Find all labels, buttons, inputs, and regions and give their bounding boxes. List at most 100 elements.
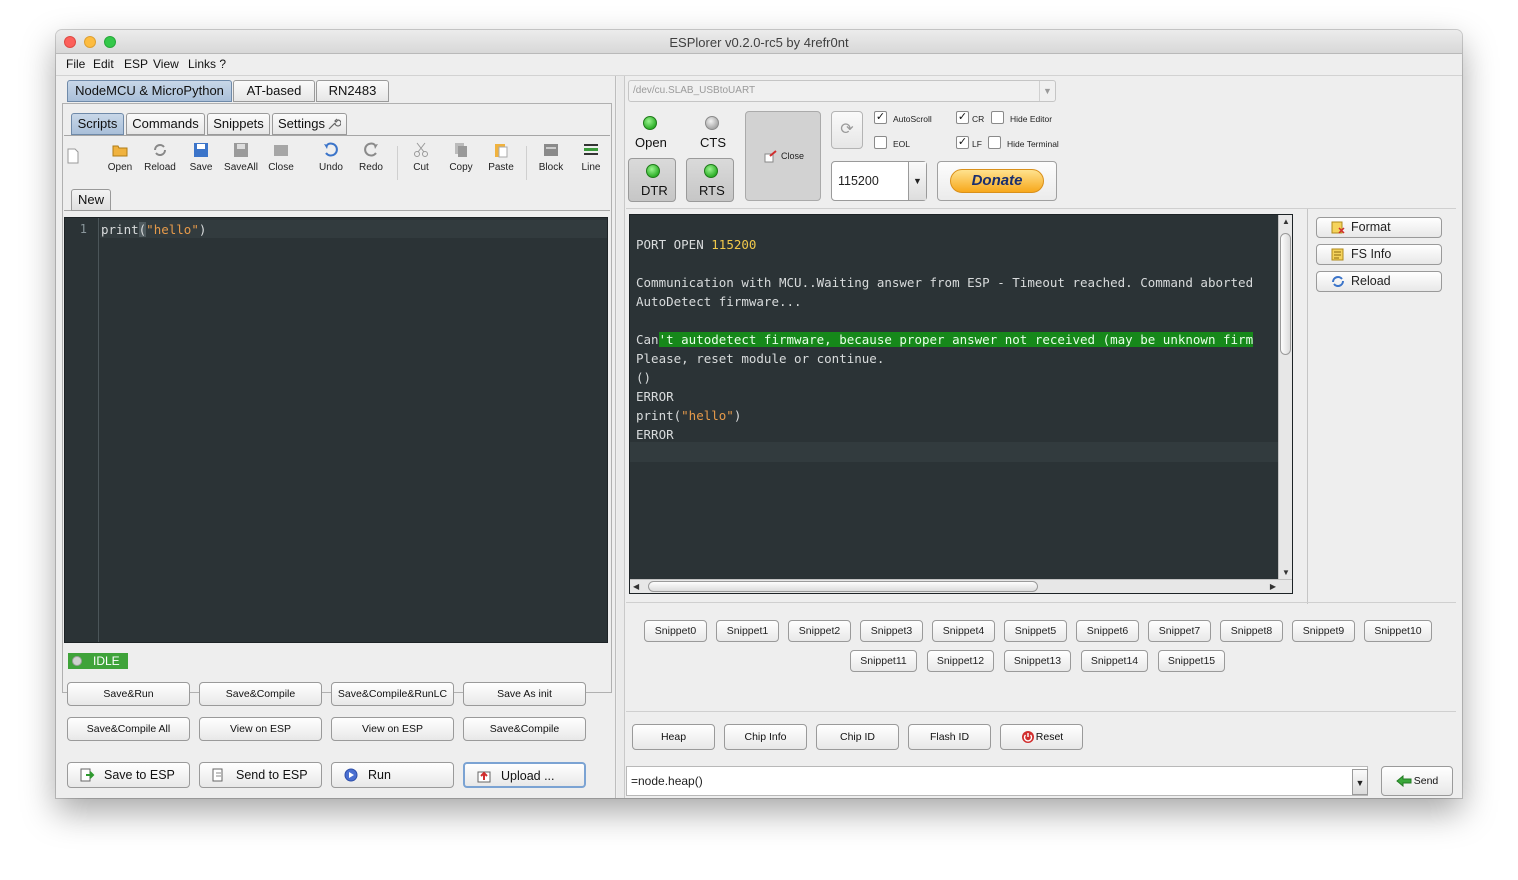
open-button[interactable]: Open: [102, 142, 138, 178]
save-run-button[interactable]: Save&Run: [67, 682, 190, 706]
lf-checkbox[interactable]: ✓: [956, 136, 969, 149]
tab-commands[interactable]: Commands: [126, 113, 205, 135]
send-to-esp-button[interactable]: Send to ESP: [199, 762, 322, 788]
dtr-toggle[interactable]: DTR: [628, 158, 676, 202]
new-file-button[interactable]: [63, 148, 83, 184]
send-button[interactable]: Send: [1381, 766, 1453, 796]
snippet-3-button[interactable]: Snippet3: [860, 620, 923, 642]
saveall-icon: [234, 143, 248, 157]
snippet-15-button[interactable]: Snippet15: [1158, 650, 1225, 672]
view-on-esp-button[interactable]: View on ESP: [199, 717, 322, 741]
eol-checkbox[interactable]: [874, 136, 887, 149]
redo-button[interactable]: Redo: [353, 142, 389, 178]
save-compile-all-button[interactable]: Save&Compile All: [67, 717, 190, 741]
save-to-esp-button[interactable]: Save to ESP: [67, 762, 190, 788]
snippet-0-button[interactable]: Snippet0: [644, 620, 707, 642]
hide-terminal-checkbox[interactable]: [988, 136, 1001, 149]
vertical-scroll-thumb[interactable]: [1280, 233, 1291, 355]
reset-button[interactable]: Reset: [1000, 724, 1083, 750]
close-file-button[interactable]: Close: [263, 142, 299, 178]
snippet-14-button[interactable]: Snippet14: [1081, 650, 1148, 672]
snippet-12-button[interactable]: Snippet12: [927, 650, 994, 672]
save-compile-button-2[interactable]: Save&Compile: [463, 717, 586, 741]
menu-edit[interactable]: Edit: [93, 57, 114, 71]
snippet-11-button[interactable]: Snippet11: [850, 650, 917, 672]
undo-button[interactable]: Undo: [313, 142, 349, 178]
line-button[interactable]: Line: [573, 142, 609, 178]
tab-nodemcu-micropython[interactable]: NodeMCU & MicroPython: [67, 80, 232, 102]
scroll-right-icon[interactable]: ▶: [1270, 582, 1276, 591]
refresh-ports-button[interactable]: ⟳: [831, 111, 863, 149]
snippet-10-button[interactable]: Snippet10: [1364, 620, 1432, 642]
tab-scripts[interactable]: Scripts: [71, 113, 124, 135]
reload-fs-button[interactable]: Reload: [1316, 271, 1442, 292]
terminal-vertical-scrollbar[interactable]: ▲ ▼: [1278, 215, 1292, 579]
scroll-left-icon[interactable]: ◀: [633, 582, 639, 591]
snippet-1-button[interactable]: Snippet1: [716, 620, 779, 642]
run-button[interactable]: Run: [331, 762, 454, 788]
snippet-7-button[interactable]: Snippet7: [1148, 620, 1211, 642]
tab-at-based[interactable]: AT-based: [233, 80, 315, 102]
save-compile-runlc-button[interactable]: Save&Compile&RunLC: [331, 682, 454, 706]
menu-file[interactable]: File: [66, 57, 85, 71]
save-as-init-button[interactable]: Save As init: [463, 682, 586, 706]
snippet-9-button[interactable]: Snippet9: [1292, 620, 1355, 642]
chip-id-button[interactable]: Chip ID: [816, 724, 899, 750]
command-input[interactable]: =node.heap(): [626, 766, 1368, 796]
reload-button[interactable]: Reload: [142, 142, 178, 178]
port-select[interactable]: /dev/cu.SLAB_USBtoUART ▼: [628, 80, 1056, 102]
view-on-esp-button-2[interactable]: View on ESP: [331, 717, 454, 741]
donate-button[interactable]: Donate: [937, 161, 1057, 201]
cts-signal-label: CTS: [700, 135, 726, 150]
upload-button[interactable]: Upload ...: [463, 762, 586, 788]
tab-snippets[interactable]: Snippets: [207, 113, 270, 135]
tab-settings[interactable]: Settings: [272, 113, 347, 135]
menu-links[interactable]: Links ?: [188, 57, 226, 71]
terminal-output[interactable]: PORT OPEN 115200 Communication with MCU.…: [629, 214, 1293, 594]
fs-info-button[interactable]: FS Info: [1316, 244, 1442, 265]
chip-info-button[interactable]: Chip Info: [724, 724, 807, 750]
side-panel: Format FS Info Reload: [1307, 209, 1452, 604]
terminal-horizontal-scrollbar[interactable]: ◀ ▶: [630, 579, 1292, 593]
file-tab-new[interactable]: New: [71, 189, 111, 211]
heap-button[interactable]: Heap: [632, 724, 715, 750]
close-file-label: Close: [268, 162, 294, 173]
close-port-button[interactable]: Close: [745, 111, 821, 201]
autoscroll-checkbox[interactable]: ✓: [874, 111, 887, 124]
terminal-line-communication: Communication with MCU..Waiting answer f…: [636, 275, 1254, 290]
save-button[interactable]: Save: [183, 142, 219, 178]
save-to-esp-icon: [80, 768, 95, 782]
snippet-8-button[interactable]: Snippet8: [1220, 620, 1283, 642]
snippet-2-button[interactable]: Snippet2: [788, 620, 851, 642]
rts-toggle[interactable]: RTS: [686, 158, 734, 202]
scroll-up-icon[interactable]: ▲: [1282, 217, 1290, 226]
scroll-down-icon[interactable]: ▼: [1282, 568, 1290, 577]
command-history-dropdown[interactable]: ▼: [1352, 769, 1368, 795]
snippet-5-button[interactable]: Snippet5: [1004, 620, 1067, 642]
block-button[interactable]: Block: [533, 142, 569, 178]
menu-esp[interactable]: ESP: [124, 57, 148, 71]
format-button[interactable]: Format: [1316, 217, 1442, 238]
dtr-led-icon: [646, 164, 660, 178]
power-icon: [1022, 731, 1034, 743]
snippet-13-button[interactable]: Snippet13: [1004, 650, 1071, 672]
save-compile-button[interactable]: Save&Compile: [199, 682, 322, 706]
flash-id-button[interactable]: Flash ID: [908, 724, 991, 750]
tab-rn2483[interactable]: RN2483: [316, 80, 389, 102]
terminal-line-reset: Please, reset module or continue.: [636, 351, 885, 366]
cr-checkbox[interactable]: ✓: [956, 111, 969, 124]
baud-rate-select[interactable]: 115200 ▼: [831, 161, 927, 201]
pane-splitter[interactable]: [617, 76, 625, 798]
refresh-icon: [1332, 276, 1344, 287]
saveall-button[interactable]: SaveAll: [223, 142, 259, 178]
cut-button[interactable]: Cut: [403, 142, 439, 178]
snippet-6-button[interactable]: Snippet6: [1076, 620, 1139, 642]
horizontal-scroll-thumb[interactable]: [648, 581, 1038, 592]
paste-button[interactable]: Paste: [483, 142, 519, 178]
cant-prefix: Can: [636, 332, 659, 347]
code-editor[interactable]: 1 print("hello"): [64, 217, 608, 643]
snippet-4-button[interactable]: Snippet4: [932, 620, 995, 642]
copy-button[interactable]: Copy: [443, 142, 479, 178]
menu-view[interactable]: View: [153, 57, 179, 71]
hide-editor-checkbox[interactable]: [991, 111, 1004, 124]
